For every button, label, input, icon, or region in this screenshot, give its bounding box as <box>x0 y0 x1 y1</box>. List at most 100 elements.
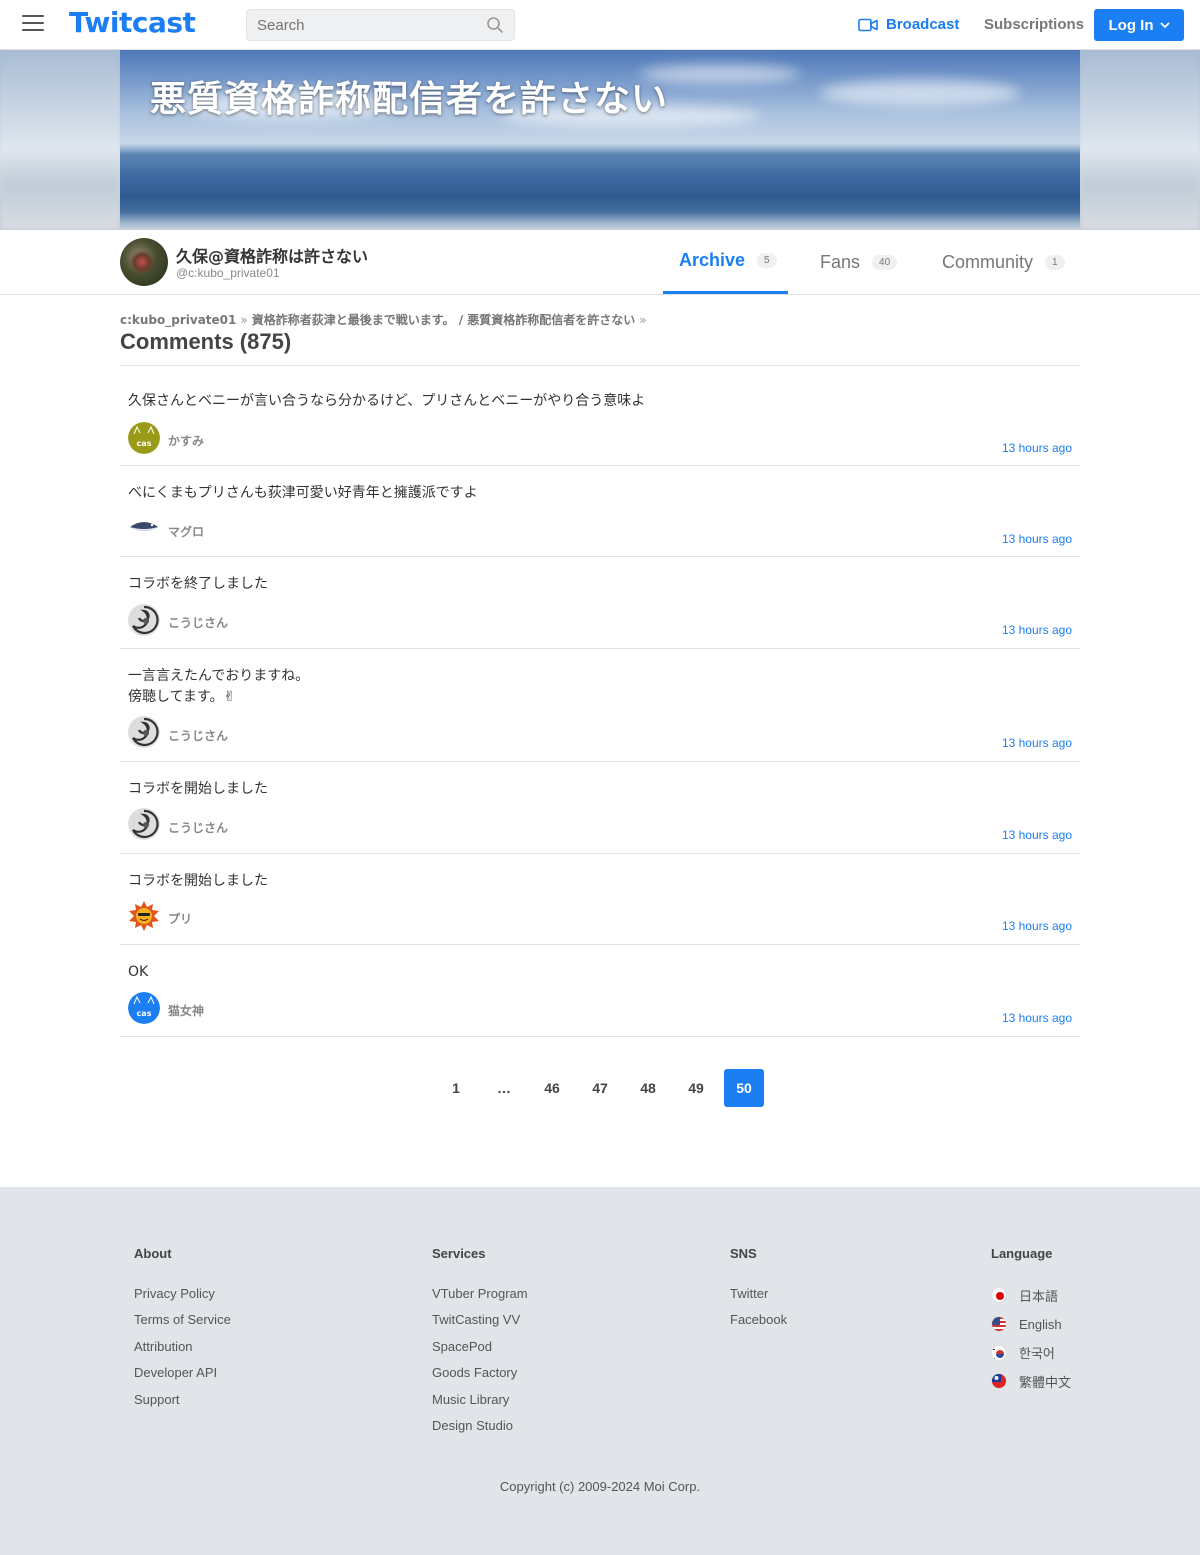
footer-link-developer-api[interactable]: Developer API <box>134 1360 231 1386</box>
footer-about-heading: About <box>134 1246 172 1261</box>
twitcast-logo[interactable]: Twitcast <box>69 6 196 39</box>
page-link[interactable]: 46 <box>532 1069 572 1107</box>
swirl-portrait-icon[interactable] <box>128 808 160 840</box>
comment-item: コラボを終了しました こうじさん 13 hours ago <box>120 557 1080 649</box>
footer-link-twitcasting-vv[interactable]: TwitCasting VV <box>432 1307 528 1333</box>
tuna-fish-icon[interactable] <box>128 513 160 545</box>
tab-community-count: 1 <box>1045 254 1065 270</box>
comments-heading: Comments (875) <box>120 329 292 354</box>
user-avatar[interactable] <box>120 238 168 286</box>
broadcast-label: Broadcast <box>886 16 960 33</box>
page-link[interactable]: 47 <box>580 1069 620 1107</box>
footer-link-privacy[interactable]: Privacy Policy <box>134 1281 231 1307</box>
footer-link-facebook[interactable]: Facebook <box>730 1307 787 1333</box>
login-button[interactable]: Log In <box>1094 9 1184 41</box>
footer-link-support[interactable]: Support <box>134 1387 231 1413</box>
cas-cat-blue-icon[interactable]: cas <box>128 992 160 1024</box>
tab-community[interactable]: Community 1 <box>942 230 1065 294</box>
search-input[interactable] <box>247 10 467 40</box>
breadcrumb-user-link[interactable]: c:kubo_private01 <box>120 313 236 327</box>
footer-sns-heading: SNS <box>730 1246 757 1261</box>
japan-flag-icon <box>991 1287 1007 1304</box>
comment-timestamp[interactable]: 13 hours ago <box>1002 532 1072 546</box>
footer-services-column: Services VTuber Program TwitCasting VV S… <box>432 1246 528 1439</box>
comment-user-name[interactable]: プリ <box>168 910 192 927</box>
tab-fans[interactable]: Fans 40 <box>820 230 898 294</box>
language-option-japanese[interactable]: 日本語 <box>991 1281 1071 1310</box>
comment-item: べにくまもプリさんも荻津可愛い好青年と擁護派ですよ マグロ 13 hours a… <box>120 466 1080 557</box>
breadcrumb-separator: » <box>639 313 647 327</box>
footer-link-vtuber[interactable]: VTuber Program <box>432 1281 528 1307</box>
swirl-portrait-icon[interactable] <box>128 716 160 748</box>
comment-text: 久保さんとベニーが言い合うなら分かるけど、プリさんとベニーがやり合う意味よ <box>128 393 646 409</box>
comment-item: 久保さんとベニーが言い合うなら分かるけど、プリさんとベニーがやり合う意味よ ca… <box>120 366 1080 466</box>
comment-timestamp[interactable]: 13 hours ago <box>1002 1011 1072 1025</box>
comment-text: コラボを開始しました <box>128 873 268 889</box>
comment-user-name[interactable]: こうじさん <box>168 819 228 836</box>
tab-archive-count: 5 <box>757 253 777 268</box>
comment-user-name[interactable]: マグロ <box>168 523 204 540</box>
footer-sns-column: SNS Twitter Facebook <box>730 1246 787 1334</box>
banner-title: 悪質資格詐称配信者を許さない <box>150 79 669 120</box>
footer: About Privacy Policy Terms of Service At… <box>0 1187 1200 1555</box>
banner-blur-left <box>0 50 120 230</box>
sun-face-icon[interactable] <box>128 900 160 932</box>
comment-user-name[interactable]: こうじさん <box>168 614 228 631</box>
korea-flag-icon <box>991 1344 1007 1361</box>
broadcast-button[interactable]: Broadcast <box>858 16 959 33</box>
language-option-korean[interactable]: 한국어 <box>991 1338 1071 1367</box>
footer-link-twitter[interactable]: Twitter <box>730 1281 787 1307</box>
comment-user-name[interactable]: こうじさん <box>168 727 228 744</box>
breadcrumb: c:kubo_private01 » 資格詐称者荻津と最後まで戦います。 / 悪質資… <box>120 311 651 328</box>
tab-archive[interactable]: Archive 5 <box>663 230 788 294</box>
page-link-current[interactable]: 50 <box>724 1069 764 1107</box>
usa-flag-icon <box>991 1316 1007 1333</box>
svg-text:cas: cas <box>137 1009 152 1018</box>
page-link[interactable]: 1 <box>436 1069 476 1107</box>
footer-link-spacepod[interactable]: SpacePod <box>432 1334 528 1360</box>
taiwan-flag-icon <box>991 1373 1007 1390</box>
banner-image: 悪質資格詐称配信者を許さない <box>120 50 1080 230</box>
copyright: Copyright (c) 2009-2024 Moi Corp. <box>499 1479 701 1494</box>
footer-language-heading: Language <box>991 1246 1053 1261</box>
search-icon[interactable] <box>486 16 504 34</box>
swirl-portrait-icon[interactable] <box>128 604 160 636</box>
footer-link-terms[interactable]: Terms of Service <box>134 1307 231 1333</box>
comment-timestamp[interactable]: 13 hours ago <box>1002 828 1072 842</box>
footer-about-column: About Privacy Policy Terms of Service At… <box>134 1246 231 1413</box>
comment-timestamp[interactable]: 13 hours ago <box>1002 736 1072 750</box>
tab-fans-label: Fans <box>820 251 861 272</box>
page-link[interactable]: 48 <box>628 1069 668 1107</box>
search-box[interactable] <box>246 9 515 41</box>
language-option-english[interactable]: English <box>991 1310 1071 1339</box>
subscriptions-link[interactable]: Subscriptions <box>984 16 1084 33</box>
cas-cat-olive-icon[interactable]: cas <box>128 422 160 454</box>
footer-link-attribution[interactable]: Attribution <box>134 1334 231 1360</box>
comment-text: OK <box>128 964 149 980</box>
comment-user-name[interactable]: 猫女神 <box>168 1002 204 1019</box>
language-option-traditional-chinese[interactable]: 繁體中文 <box>991 1367 1071 1396</box>
comment-text: コラボを終了しました <box>128 576 268 592</box>
breadcrumb-movie-link[interactable]: 資格詐称者荻津と最後まで戦います。 / 悪質資格詐称配信者を許さない <box>252 313 636 327</box>
login-label: Log In <box>1108 16 1154 34</box>
profile-bar: 久保@資格詐称は許さない @c:kubo_private01 Archive 5… <box>0 230 1200 295</box>
footer-link-goods-factory[interactable]: Goods Factory <box>432 1360 528 1386</box>
page-ellipsis: … <box>497 1080 511 1096</box>
profile-name[interactable]: 久保@資格詐称は許さない <box>176 243 368 267</box>
language-label: 한국어 <box>1019 1346 1055 1362</box>
tab-community-label: Community <box>942 251 1034 272</box>
tab-fans-count: 40 <box>872 254 898 270</box>
language-label: English <box>1019 1316 1062 1332</box>
footer-link-music-library[interactable]: Music Library <box>432 1387 528 1413</box>
page-link[interactable]: 49 <box>676 1069 716 1107</box>
comment-timestamp[interactable]: 13 hours ago <box>1002 441 1072 455</box>
comment-text: コラボを開始しました <box>128 781 268 797</box>
hamburger-menu-icon[interactable] <box>22 15 44 33</box>
footer-services-heading: Services <box>432 1246 486 1261</box>
comment-timestamp[interactable]: 13 hours ago <box>1002 919 1072 933</box>
tab-archive-label: Archive <box>679 250 746 270</box>
svg-text:cas: cas <box>137 439 152 448</box>
comment-timestamp[interactable]: 13 hours ago <box>1002 623 1072 637</box>
comment-user-name[interactable]: かすみ <box>168 432 204 449</box>
footer-link-design-studio[interactable]: Design Studio <box>432 1413 528 1439</box>
